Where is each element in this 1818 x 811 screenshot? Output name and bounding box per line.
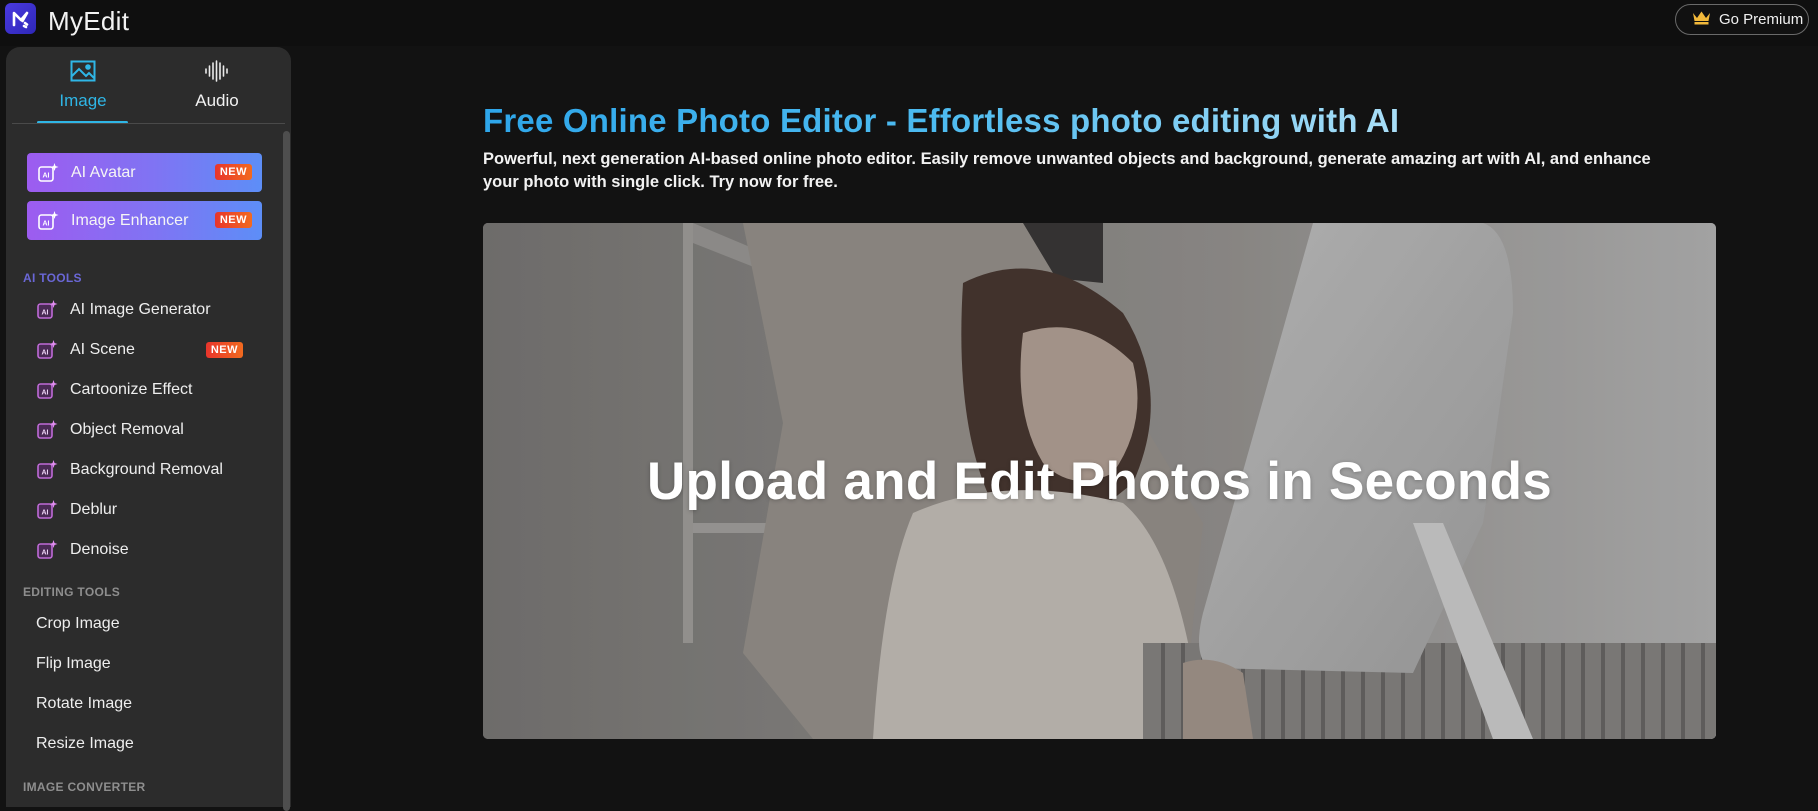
ai-sparkle-icon: AI	[36, 379, 58, 401]
tab-image[interactable]: Image	[28, 57, 138, 123]
sidebar-item-ai-scene[interactable]: AI AI Scene NEW	[6, 332, 276, 368]
section-editing-tools: EDITING TOOLS	[23, 585, 121, 599]
sidebar-item-deblur[interactable]: AI Deblur	[6, 492, 276, 528]
svg-text:AI: AI	[42, 430, 49, 437]
sidebar-item-resize-image[interactable]: Resize Image	[6, 726, 276, 762]
featured-ai-avatar[interactable]: AI AI Avatar NEW	[27, 153, 262, 192]
image-icon	[70, 57, 96, 85]
sidebar-item-label: Object Removal	[70, 421, 184, 438]
new-badge: NEW	[214, 164, 252, 180]
hero-image-upload-area[interactable]: Upload and Edit Photos in Seconds	[483, 223, 1716, 739]
svg-text:AI: AI	[42, 550, 49, 557]
sidebar-item-crop-image[interactable]: Crop Image	[6, 606, 276, 642]
sidebar-item-label: AI Image Generator	[70, 301, 211, 318]
crown-icon	[1692, 10, 1711, 29]
sidebar-item-flip-image[interactable]: Flip Image	[6, 646, 276, 682]
sidebar-item-rotate-image[interactable]: Rotate Image	[6, 686, 276, 722]
go-premium-button[interactable]: Go Premium	[1675, 4, 1809, 35]
sidebar-item-ai-image-generator[interactable]: AI AI Image Generator	[6, 292, 276, 328]
svg-text:AI: AI	[42, 510, 49, 517]
section-ai-tools: AI TOOLS	[23, 271, 82, 285]
featured-label: AI Avatar	[71, 163, 136, 181]
sidebar-item-label: Cartoonize Effect	[70, 381, 193, 398]
sidebar-item-label: Rotate Image	[36, 695, 133, 712]
svg-text:AI: AI	[42, 390, 49, 397]
section-image-converter: IMAGE CONVERTER	[23, 780, 146, 794]
ai-sparkle-icon: AI	[36, 499, 58, 521]
sidebar-item-label: Crop Image	[36, 615, 120, 632]
page-title: Free Online Photo Editor - Effortless ph…	[483, 102, 1400, 139]
ai-sparkle-icon: AI	[37, 210, 59, 232]
sidebar-item-background-removal[interactable]: AI Background Removal	[6, 452, 276, 488]
ai-sparkle-icon: AI	[36, 419, 58, 441]
app-name[interactable]: MyEdit	[48, 6, 129, 37]
tabs-divider	[12, 123, 285, 124]
sidebar-scrollbar[interactable]	[283, 131, 290, 811]
sidebar-item-cartoonize-effect[interactable]: AI Cartoonize Effect	[6, 372, 276, 408]
tab-audio[interactable]: Audio	[162, 57, 272, 123]
ai-sparkle-icon: AI	[36, 539, 58, 561]
sidebar-item-label: Flip Image	[36, 655, 111, 672]
ai-sparkle-icon: AI	[37, 162, 59, 184]
audio-waveform-icon	[204, 57, 230, 85]
svg-text:AI: AI	[42, 350, 49, 357]
hero-text: Upload and Edit Photos in Seconds	[646, 452, 1553, 511]
page-description: Powerful, next generation AI-based onlin…	[483, 150, 1651, 191]
sidebar: Image Audio AI AI Avatar NEW AI Image En…	[6, 47, 291, 811]
sidebar-item-label: Deblur	[70, 501, 118, 518]
ai-sparkle-icon: AI	[36, 299, 58, 321]
svg-text:AI: AI	[43, 172, 50, 179]
top-bar: MyEdit Go Premium	[0, 0, 1818, 46]
tab-image-label: Image	[59, 91, 107, 110]
sidebar-item-label: Background Removal	[70, 461, 223, 478]
featured-label: Image Enhancer	[71, 211, 189, 229]
new-badge: NEW	[205, 342, 243, 358]
featured-image-enhancer[interactable]: AI Image Enhancer NEW	[27, 201, 262, 240]
myedit-logo-icon[interactable]	[5, 3, 36, 34]
tab-audio-label: Audio	[195, 91, 239, 110]
sidebar-item-label: Denoise	[70, 541, 129, 558]
svg-text:AI: AI	[42, 310, 49, 317]
sidebar-item-label: Resize Image	[36, 735, 134, 752]
svg-text:AI: AI	[43, 220, 50, 227]
sidebar-tabs: Image Audio	[6, 47, 291, 124]
sidebar-item-object-removal[interactable]: AI Object Removal	[6, 412, 276, 448]
sidebar-item-label: AI Scene	[70, 341, 135, 358]
ai-sparkle-icon: AI	[36, 459, 58, 481]
go-premium-label: Go Premium	[1719, 11, 1804, 28]
new-badge: NEW	[214, 212, 252, 228]
svg-text:AI: AI	[42, 470, 49, 477]
ai-sparkle-icon: AI	[36, 339, 58, 361]
sidebar-item-denoise[interactable]: AI Denoise	[6, 532, 276, 568]
